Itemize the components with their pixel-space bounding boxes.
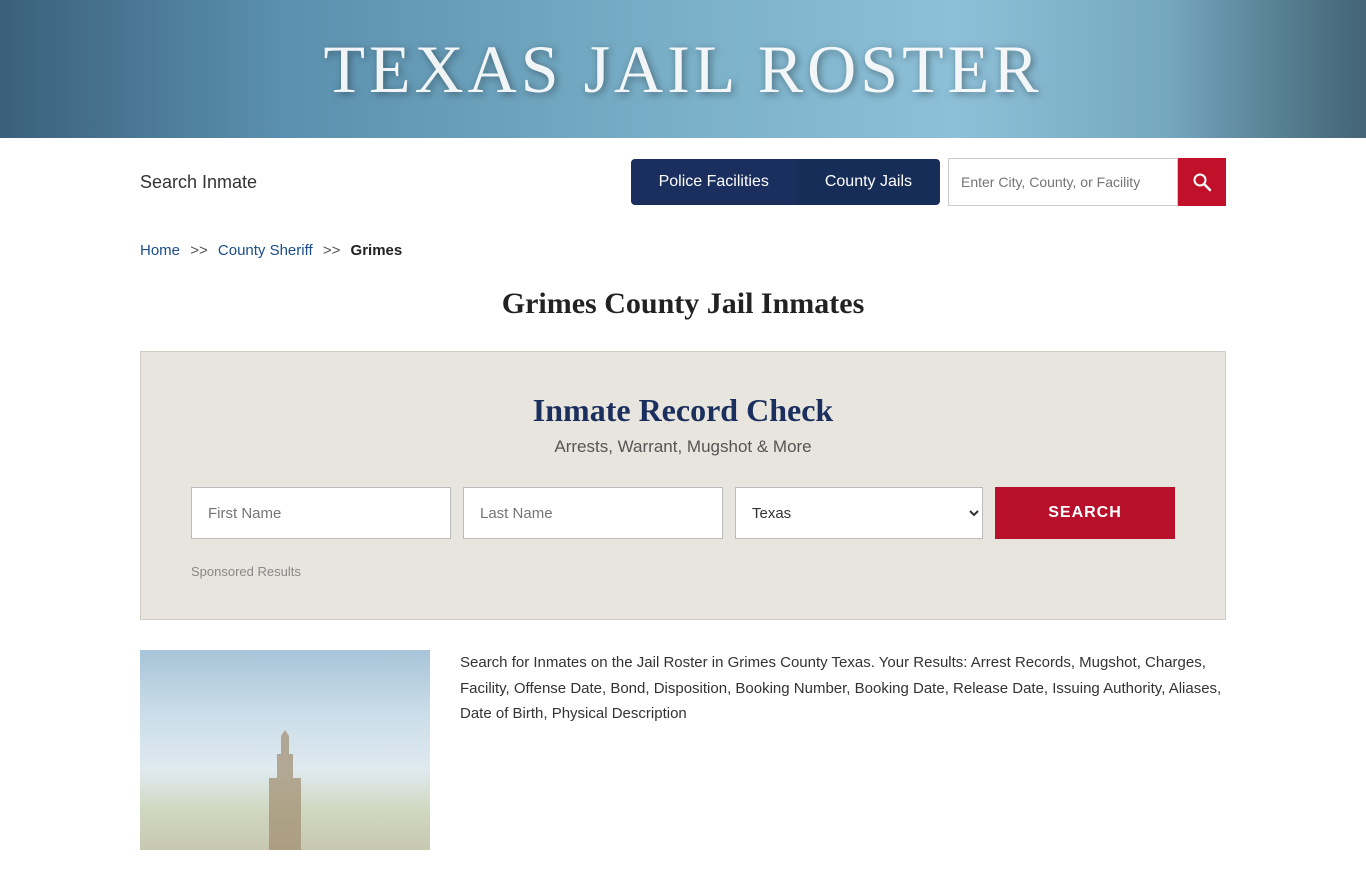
breadcrumb-sep2: >> [323,242,341,259]
nav-bar: Search Inmate Police Facilities County J… [0,138,1366,226]
breadcrumb-current: Grimes [351,242,403,259]
page-title: Grimes County Jail Inmates [0,269,1366,351]
record-check-card: Inmate Record Check Arrests, Warrant, Mu… [140,351,1226,620]
breadcrumb-county-sheriff-link[interactable]: County Sheriff [218,242,313,259]
last-name-input[interactable] [463,487,723,539]
facility-search-button[interactable] [1178,158,1226,206]
first-name-input[interactable] [191,487,451,539]
search-icon [1192,172,1212,192]
breadcrumb: Home >> County Sheriff >> Grimes [0,226,1366,269]
record-search-row: AlabamaAlaskaArizonaArkansasCaliforniaCo… [191,487,1175,539]
bottom-description: Search for Inmates on the Jail Roster in… [460,650,1226,850]
county-jails-button[interactable]: County Jails [797,159,940,205]
bottom-image [140,650,430,850]
keys-image [1166,0,1366,138]
nav-buttons: Police Facilities County Jails [631,158,1226,206]
breadcrumb-home-link[interactable]: Home [140,242,180,259]
record-check-subtitle: Arrests, Warrant, Mugshot & More [191,437,1175,457]
record-search-button[interactable]: SEARCH [995,487,1175,539]
header-banner: Texas Jail Roster [0,0,1366,138]
capitol-image [125,0,355,138]
banner-title: Texas Jail Roster [323,30,1042,109]
facility-search-container [948,158,1226,206]
sponsored-label: Sponsored Results [191,564,1175,579]
search-inmate-label: Search Inmate [140,172,257,193]
record-check-title: Inmate Record Check [191,392,1175,429]
facility-search-input[interactable] [948,158,1178,206]
breadcrumb-sep1: >> [190,242,208,259]
state-select[interactable]: AlabamaAlaskaArizonaArkansasCaliforniaCo… [735,487,983,539]
bottom-section: Search for Inmates on the Jail Roster in… [0,650,1366,880]
police-facilities-button[interactable]: Police Facilities [631,159,797,205]
